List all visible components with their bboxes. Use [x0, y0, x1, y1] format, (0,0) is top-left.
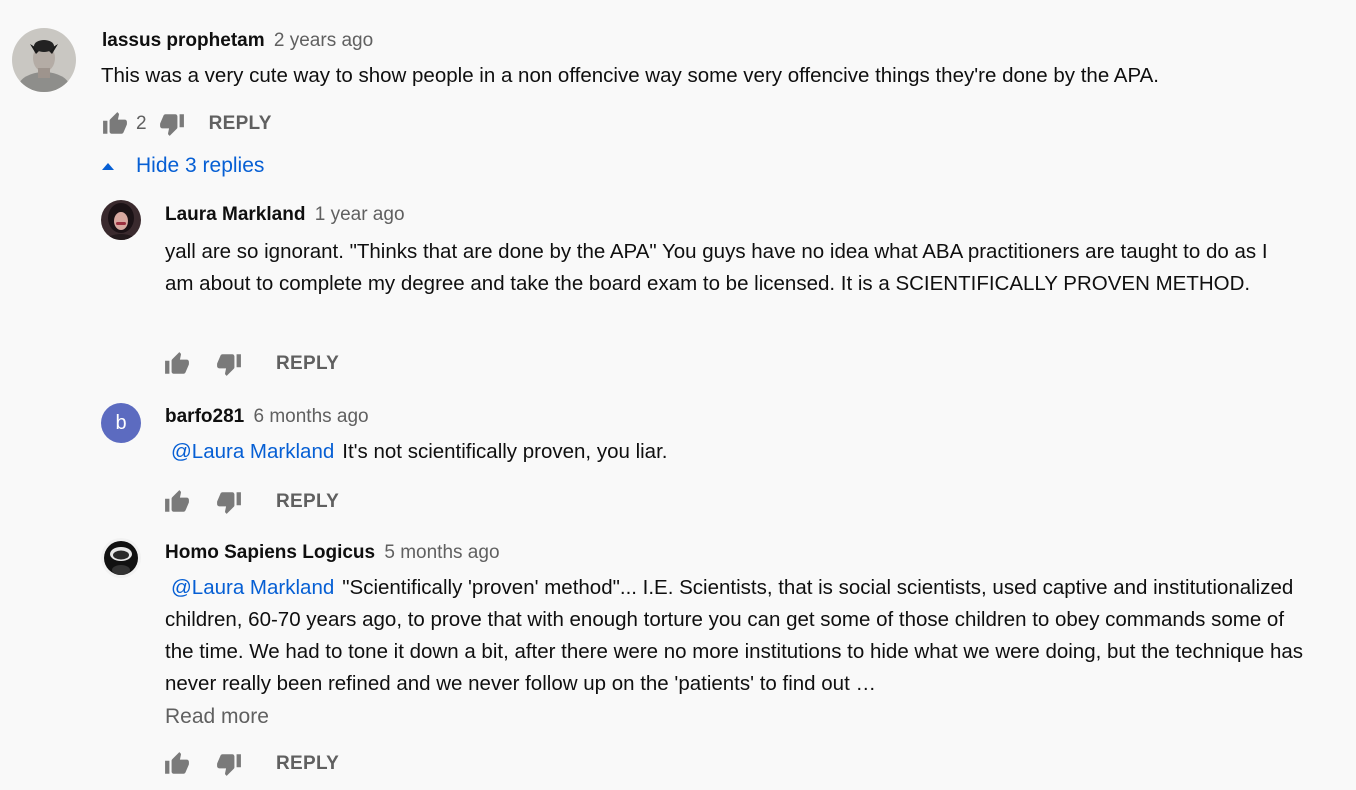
thumbs-up-icon [165, 352, 189, 374]
photo-avatar-icon [101, 200, 141, 240]
astronaut-avatar-icon [101, 538, 141, 578]
reply-author[interactable]: Laura Markland [165, 204, 305, 225]
reply-avatar[interactable] [101, 538, 141, 578]
thumbs-up-icon [165, 752, 189, 774]
caret-up-icon [100, 158, 116, 174]
reply-toolbar: REPLY [162, 748, 339, 780]
reply-body: "Scientifically 'proven' method"... I.E.… [165, 576, 1304, 695]
reply-timestamp[interactable]: 1 year ago [315, 204, 405, 225]
comment-text: This was a very cute way to show people … [101, 64, 1159, 87]
reply-text: yall are so ignorant. "Thinks that are d… [165, 240, 1268, 295]
like-button[interactable] [162, 349, 192, 379]
reply-button[interactable]: REPLY [276, 353, 339, 375]
reply-author[interactable]: barfo281 [165, 406, 244, 427]
reply-author[interactable]: Homo Sapiens Logicus [165, 542, 375, 563]
reply-text: @Laura Markland "Scientifically 'proven' … [165, 572, 1305, 700]
reply-toolbar: REPLY [162, 348, 339, 380]
reply-timestamp[interactable]: 6 months ago [253, 406, 368, 427]
like-button[interactable] [162, 487, 192, 517]
read-more-button[interactable]: Read more [165, 705, 269, 729]
portrait-avatar-icon [12, 28, 76, 92]
thumbs-down-icon [159, 114, 184, 136]
comment-author[interactable]: lassus prophetam [102, 30, 265, 51]
mention-link[interactable]: @Laura Markland [171, 576, 334, 599]
reply-body: It's not scientifically proven, you liar… [342, 440, 668, 463]
like-button[interactable] [100, 109, 130, 139]
comment-timestamp[interactable]: 2 years ago [274, 30, 373, 51]
reply-toolbar: REPLY [162, 486, 339, 518]
hide-replies-button[interactable]: Hide 3 replies [100, 154, 264, 178]
reply-button[interactable]: REPLY [209, 113, 272, 135]
mention-link[interactable]: @Laura Markland [171, 440, 334, 463]
reply-header: Laura Markland 1 year ago [165, 203, 405, 227]
dislike-button[interactable] [214, 487, 244, 517]
avatar-letter: b [115, 412, 127, 434]
thumbs-down-icon [217, 754, 241, 776]
comment-toolbar: 2 REPLY [100, 108, 272, 140]
thumbs-down-icon [217, 354, 241, 376]
like-button[interactable] [162, 749, 192, 779]
dislike-button[interactable] [214, 749, 244, 779]
reply-timestamp[interactable]: 5 months ago [384, 542, 499, 563]
reply-avatar[interactable]: b [101, 403, 141, 443]
thumbs-up-icon [165, 490, 189, 512]
reply-avatar[interactable] [101, 200, 141, 240]
reply-button[interactable]: REPLY [276, 491, 339, 513]
like-count: 2 [136, 113, 147, 134]
reply-text: @Laura Markland It's not scientifically p… [165, 436, 1300, 468]
reply-button[interactable]: REPLY [276, 753, 339, 775]
comment-header: lassus prophetam 2 years ago [102, 29, 373, 53]
dislike-button[interactable] [214, 349, 244, 379]
dislike-button[interactable] [157, 109, 187, 139]
reply-header: barfo281 6 months ago [165, 405, 369, 429]
hide-replies-label: Hide 3 replies [136, 154, 265, 177]
thumbs-up-icon [103, 112, 127, 134]
thumbs-down-icon [217, 492, 241, 514]
comment-thread: lassus prophetam 2 years ago This was a … [0, 0, 1356, 790]
reply-header: Homo Sapiens Logicus 5 months ago [165, 541, 500, 565]
comment-avatar[interactable] [12, 28, 76, 92]
